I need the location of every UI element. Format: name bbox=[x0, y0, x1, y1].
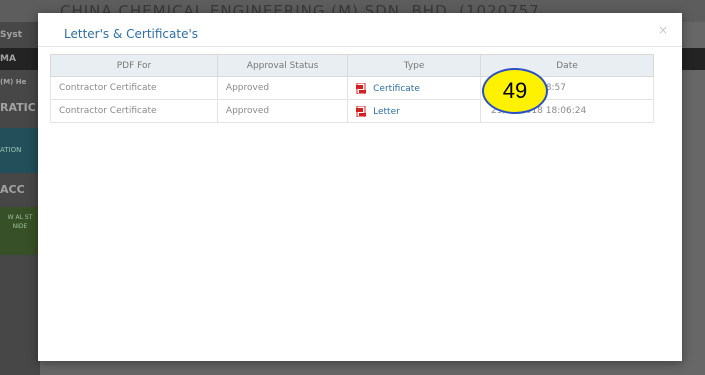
close-icon[interactable]: × bbox=[658, 23, 668, 37]
column-header: Type bbox=[347, 54, 482, 77]
table-row: Contractor Certificate Approved Certific… bbox=[50, 76, 654, 100]
modal-title: Letter's & Certificate's bbox=[64, 27, 199, 41]
table-row: Contractor Certificate Approved Letter 2… bbox=[50, 99, 654, 123]
column-header: PDF For bbox=[50, 54, 218, 77]
column-header: Approval Status bbox=[216, 54, 349, 77]
modal-divider bbox=[38, 46, 682, 47]
pdf-for-cell: Contractor Certificate bbox=[50, 76, 218, 100]
pdf-file-icon[interactable] bbox=[356, 105, 367, 117]
type-cell: Certificate bbox=[347, 76, 482, 100]
type-cell: Letter bbox=[347, 99, 482, 123]
annotation-badge: 49 bbox=[482, 68, 548, 114]
pdf-file-icon[interactable] bbox=[356, 82, 367, 94]
table-header-row: PDF For Approval Status Type Date bbox=[50, 54, 654, 77]
documents-modal: Letter's & Certificate's × PDF For Appro… bbox=[38, 13, 682, 361]
letter-link[interactable]: Letter bbox=[373, 107, 400, 117]
documents-table: PDF For Approval Status Type Date Contra… bbox=[50, 54, 654, 123]
pdf-for-cell: Contractor Certificate bbox=[50, 99, 218, 123]
status-cell: Approved bbox=[216, 99, 349, 123]
status-cell: Approved bbox=[216, 76, 349, 100]
certificate-link[interactable]: Certificate bbox=[373, 84, 420, 94]
